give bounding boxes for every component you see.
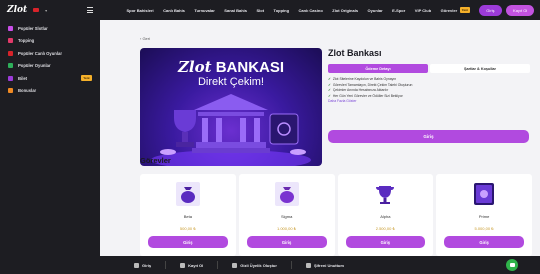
chat-icon — [509, 263, 515, 267]
card-button[interactable]: Giriş — [148, 236, 228, 248]
hero-title-brand: Zlot — [177, 58, 212, 76]
mission-card-beta: Beta 500,00 ₺ Giriş — [140, 174, 236, 256]
trophy-icon — [376, 186, 395, 204]
nav-games[interactable]: Oyunlar — [368, 8, 383, 13]
sidebar-item-label: Bilet — [18, 75, 28, 81]
show-more-link[interactable]: Daha Fazla Göster — [328, 99, 530, 105]
bag-icon — [175, 182, 200, 206]
user-plus-icon — [180, 262, 186, 268]
sidebar-item-label: Popüler Slotlar — [18, 25, 48, 31]
bottom-private-label: Gizli Üyelik Oluştur — [240, 262, 277, 268]
menu-icon[interactable] — [87, 7, 93, 13]
hero-subtitle: Direkt Çekim! — [197, 76, 264, 88]
card-price: 2.500,00 ₺ — [375, 226, 395, 231]
ticket-icon — [8, 75, 13, 81]
mission-card-prime: Prime 5.000,00 ₺ Giriş — [436, 174, 532, 256]
card-name: Alpha — [380, 214, 391, 219]
card-button[interactable]: Giriş — [345, 236, 426, 248]
sidebar-item-popular-live[interactable]: Popüler Canlı Oyunlar — [8, 47, 92, 60]
bottom-forgot-label: Şifreni Unuttum — [313, 262, 344, 268]
new-badge: Yeni — [459, 7, 470, 13]
login-icon — [134, 262, 139, 268]
card-price: 5.000,00 ₺ — [474, 226, 494, 231]
tab-terms[interactable]: Şartlar & Koşullar — [430, 64, 530, 73]
section-title: Görevler — [140, 156, 171, 165]
bag-icon — [274, 182, 299, 206]
top-nav: Spor Bahisleri Canlı Bahis Turnuvalar Sa… — [100, 0, 540, 20]
sidebar-item-label: Topping — [18, 38, 35, 44]
divider — [217, 261, 219, 269]
mission-card-alpha: Alpha 2.500,00 ₺ Giriş — [337, 174, 434, 256]
sidebar-item-popular-slots[interactable]: Popüler Slotlar — [8, 22, 92, 35]
sidebar-item-label: Popüler Oyunlar — [18, 63, 51, 69]
card-name: Prime — [478, 214, 490, 219]
bottom-bar: Giriş Kayıt Ol Gizli Üyelik Oluştur Şifr… — [0, 256, 540, 274]
nav-vip[interactable]: VIP Club — [415, 8, 431, 13]
divider — [165, 261, 167, 269]
card-price: 1.000,00 ₺ — [277, 226, 297, 231]
gift-icon — [8, 88, 13, 94]
sidebar: Zlot ▾ Popüler Slotlar Topping Popüler C… — [0, 0, 100, 274]
sidebar-item-popular-games[interactable]: Popüler Oyunlar — [8, 60, 92, 73]
card-button[interactable]: Giriş — [444, 236, 524, 248]
user-secret-icon — [232, 262, 238, 268]
detail-tabs: Ödeme Detayı Şartlar & Koşullar — [328, 64, 530, 73]
chat-button[interactable] — [506, 259, 518, 271]
nav-live-betting[interactable]: Canlı Bahis — [163, 8, 185, 13]
sidebar-item-label: Bonuslar — [18, 88, 37, 94]
lock-icon — [305, 262, 311, 268]
page-title: Zlot Bankası — [328, 48, 382, 58]
bottom-register-label: Kayıt Ol — [188, 262, 204, 268]
bottom-login[interactable]: Giriş — [134, 262, 152, 268]
hero-banner: Zlot BANKASI Direkt Çekim! — [140, 48, 322, 166]
divider — [290, 261, 292, 269]
bottom-private-membership[interactable]: Gizli Üyelik Oluştur — [232, 262, 277, 268]
live-icon — [8, 50, 13, 56]
mission-card-sigma: Sigma 1.000,00 ₺ Giriş — [238, 174, 335, 256]
topping-icon — [8, 38, 13, 44]
hero-title-bank: BANKASI — [215, 59, 285, 76]
bottom-login-label: Giriş — [142, 262, 152, 268]
hero-title: Zlot BANKASI — [140, 58, 322, 76]
detail-bullets: ✓ Zlot Sitelerine Kaydolun ve Bahis Oynay… — [328, 77, 530, 105]
sidebar-header: Zlot ▾ — [0, 0, 100, 20]
card-price: 500,00 ₺ — [179, 226, 196, 231]
slot-icon — [8, 25, 13, 31]
sidebar-item-label: Popüler Canlı Oyunlar — [18, 50, 62, 56]
main-content: ‹ Geri Zlot BANKASI Direkt Çekim! Zlot B… — [100, 20, 540, 256]
logo[interactable]: Zlot — [7, 5, 27, 15]
tab-payment-details[interactable]: Ödeme Detayı — [328, 64, 428, 73]
flag-icon[interactable] — [33, 8, 40, 12]
bottom-forgot-password[interactable]: Şifreni Unuttum — [305, 262, 344, 268]
nav-originals[interactable]: Zlot Originals — [332, 8, 358, 13]
nav-tournaments[interactable]: Turnuvalar — [194, 8, 214, 13]
chevron-down-icon[interactable]: ▾ — [45, 8, 47, 13]
nav-slot[interactable]: Slot — [256, 8, 264, 13]
nav-esports[interactable]: E-Spor — [392, 8, 405, 13]
promo-detail: Zlot Bankası Ödeme Detayı Şartlar & Koşu… — [328, 48, 530, 105]
mission-cards: Beta 500,00 ₺ Giriş Sigma 1.000,00 ₺ Gir… — [140, 174, 532, 256]
login-button[interactable]: Giriş — [479, 4, 502, 16]
sidebar-item-tickets[interactable]: Bilet Yeni — [8, 72, 92, 85]
sidebar-item-bonuses[interactable]: Bonuslar — [8, 85, 92, 98]
nav-live-casino[interactable]: Canlı Casino — [299, 8, 323, 13]
card-icon — [474, 183, 495, 205]
sidebar-list: Popüler Slotlar Topping Popüler Canlı Oy… — [0, 20, 100, 99]
nav-sports[interactable]: Spor Bahisleri — [127, 8, 154, 13]
nav-topping[interactable]: Topping — [274, 8, 289, 13]
promo-cta-button[interactable]: Giriş — [328, 130, 529, 143]
sidebar-item-topping[interactable]: Topping — [8, 35, 92, 48]
back-link[interactable]: ‹ Geri — [140, 36, 150, 41]
nav-virtual[interactable]: Sanal Bahis — [224, 8, 247, 13]
nav-missions[interactable]: Görevler — [441, 8, 457, 13]
card-name: Sigma — [280, 214, 293, 219]
new-badge: Yeni — [80, 75, 92, 82]
games-icon — [8, 63, 13, 69]
register-button[interactable]: Kayıt Ol — [506, 4, 535, 16]
bottom-register[interactable]: Kayıt Ol — [180, 262, 204, 268]
card-name: Beta — [183, 214, 192, 219]
card-button[interactable]: Giriş — [246, 236, 327, 248]
